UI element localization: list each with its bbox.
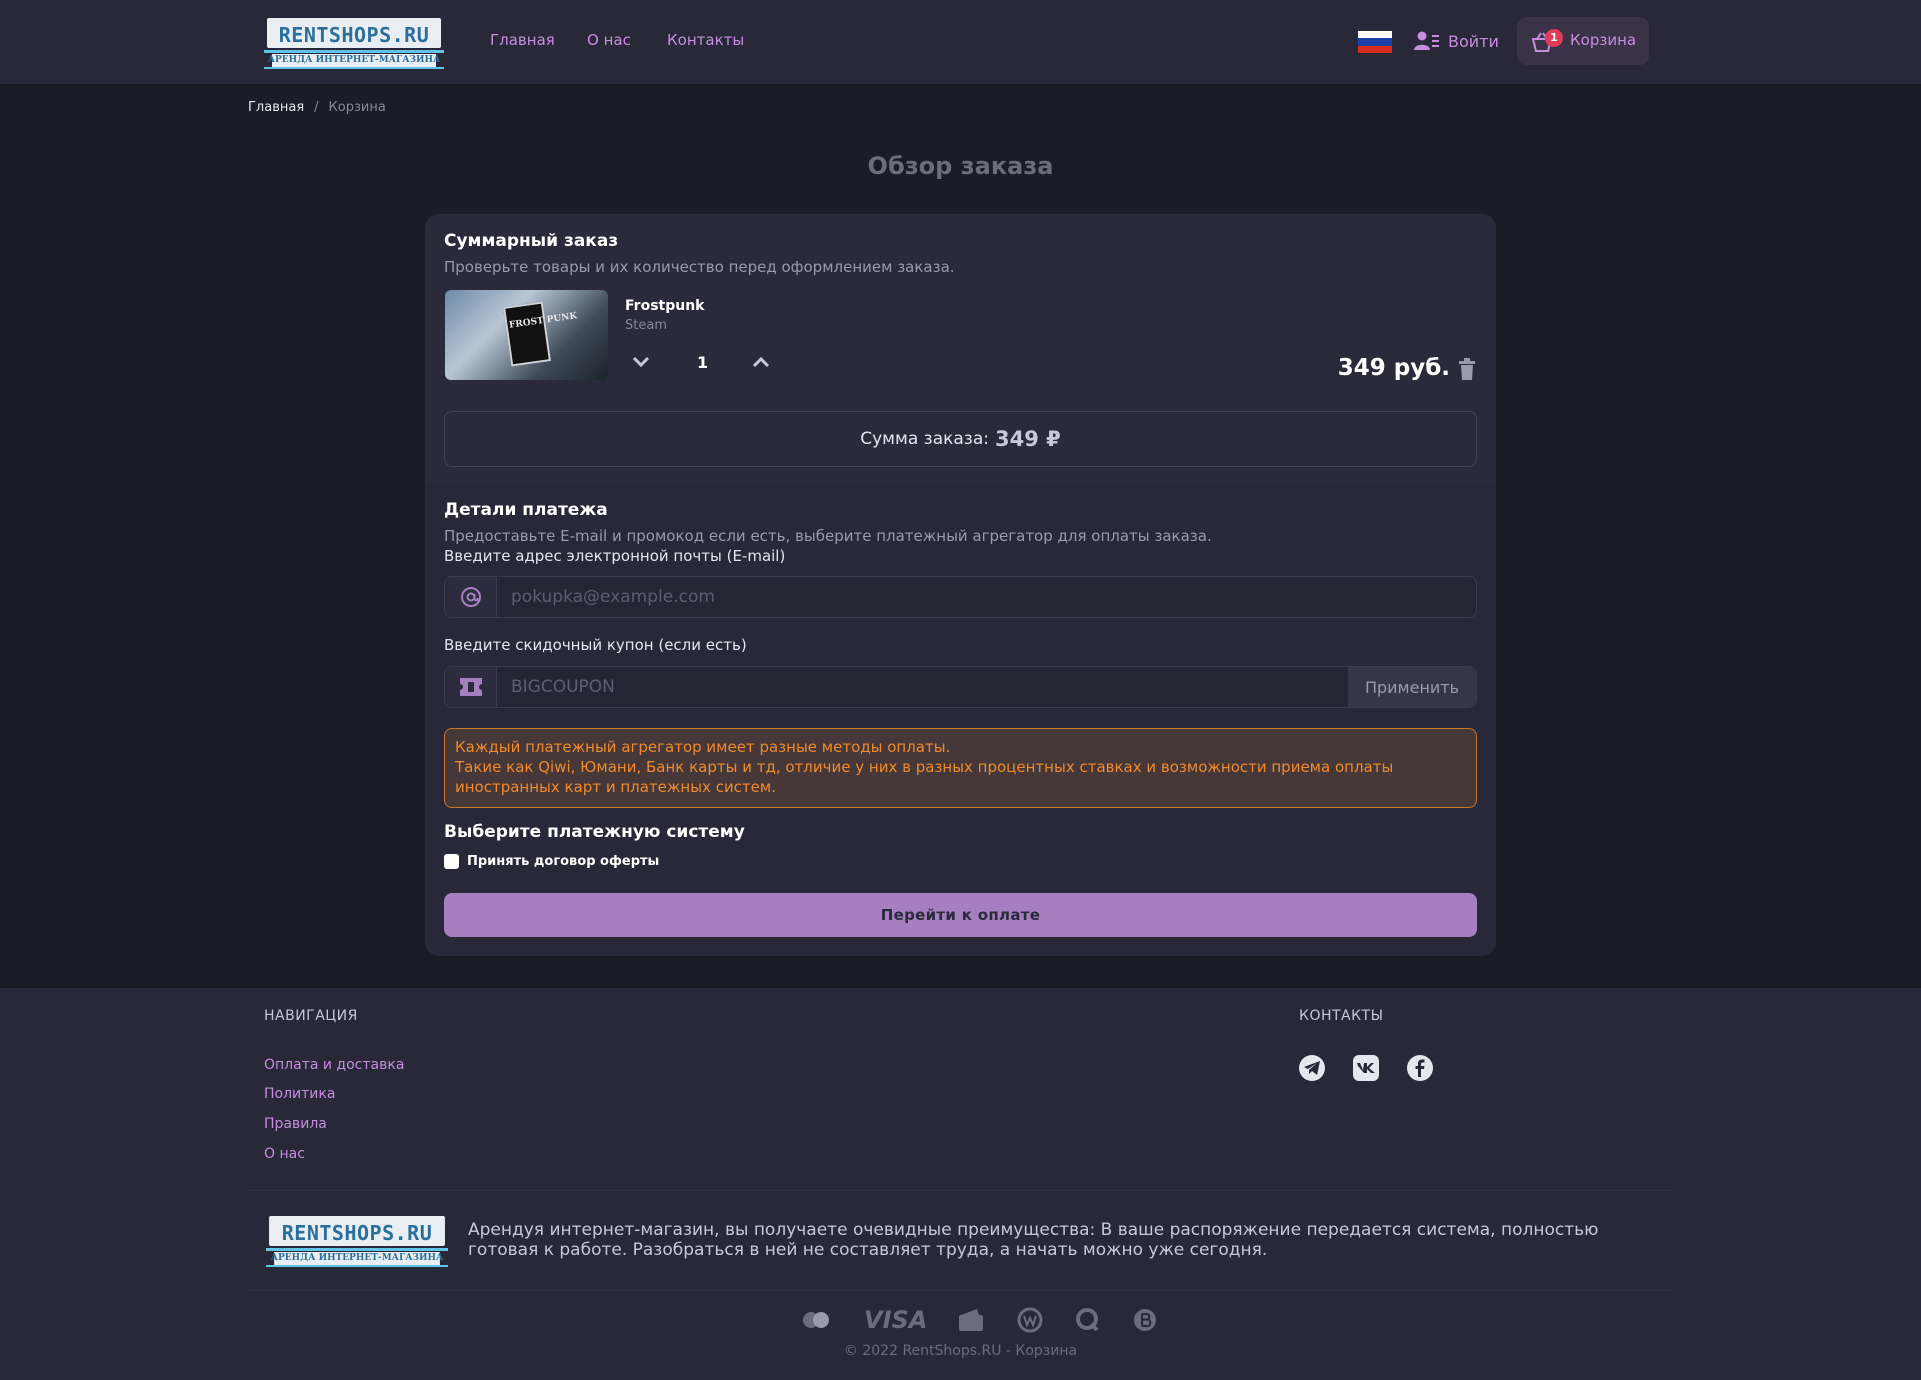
order-card: Суммарный заказ Проверьте товары и их ко… xyxy=(425,214,1496,956)
offer-checkbox[interactable] xyxy=(444,854,459,869)
quantity-decrease-button[interactable] xyxy=(627,348,655,376)
remove-item-button[interactable] xyxy=(1458,358,1476,384)
page-title: Обзор заказа xyxy=(867,152,1054,180)
payment-details-title: Детали платежа xyxy=(444,500,608,520)
order-summary-title: Суммарный заказ xyxy=(444,231,619,251)
product-logo-seal xyxy=(503,301,551,367)
visa-icon: VISA xyxy=(864,1306,928,1334)
order-total-value: 349 ₽ xyxy=(994,427,1061,451)
vk-icon[interactable] xyxy=(1353,1055,1379,1081)
breadcrumb-separator: / xyxy=(314,100,319,115)
footer-link-rules[interactable]: Правила xyxy=(264,1116,327,1132)
chevron-down-icon xyxy=(632,356,650,368)
email-label: Введите адрес электронной почты (E-mail) xyxy=(444,547,786,565)
payment-methods: VISA xyxy=(800,1306,1157,1334)
wallet-icon xyxy=(959,1309,984,1331)
chevron-up-icon xyxy=(752,356,770,368)
language-flag-icon[interactable] xyxy=(1358,31,1392,53)
footer-description: Арендуя интернет-магазин, вы получаете о… xyxy=(468,1220,1599,1260)
offer-label[interactable]: Принять договор оферты xyxy=(467,854,659,869)
logo-subtitle: АРЕНДА ИНТЕРНЕТ-МАГАЗИНА xyxy=(267,55,441,65)
footer-link-policy[interactable]: Политика xyxy=(264,1086,335,1102)
breadcrumb-current: Корзина xyxy=(328,100,386,115)
footer-contacts-title: КОНТАКТЫ xyxy=(1299,1008,1384,1024)
order-summary-subtitle: Проверьте товары и их количество перед о… xyxy=(444,258,955,276)
site-header: RENTSHOPS.RU АРЕНДА ИНТЕРНЕТ-МАГАЗИНА Гл… xyxy=(0,0,1921,84)
footer-divider xyxy=(248,1190,1672,1191)
bitcoin-icon xyxy=(1134,1309,1157,1331)
footer-link-about[interactable]: О нас xyxy=(264,1146,305,1162)
footer-logo-subtitle: АРЕНДА ИНТЕРНЕТ-МАГАЗИНА xyxy=(270,1253,444,1263)
apply-coupon-button[interactable]: Применить xyxy=(1348,667,1476,707)
cart-button[interactable]: 1 Корзина xyxy=(1517,17,1649,65)
webmoney-icon xyxy=(1017,1307,1043,1333)
proceed-to-payment-button[interactable]: Перейти к оплате xyxy=(444,893,1477,937)
product-name: Frostpunk xyxy=(625,298,705,314)
nav-home[interactable]: Главная xyxy=(490,31,555,49)
footer-logo[interactable]: RENTSHOPS.RU АРЕНДА ИНТЕРНЕТ-МАГАЗИНА xyxy=(266,1212,448,1268)
login-button[interactable]: Войти xyxy=(1414,28,1499,54)
warning-line-1: Каждый платежный агрегатор имеет разные … xyxy=(455,738,951,756)
order-total-box: Сумма заказа: 349 ₽ xyxy=(444,411,1477,467)
qiwi-icon xyxy=(1076,1308,1099,1332)
product-platform: Steam xyxy=(625,318,667,333)
quantity-increase-button[interactable] xyxy=(747,348,775,376)
nav-contacts[interactable]: Контакты xyxy=(667,31,744,49)
payment-warning-alert: Каждый платежный агрегатор имеет разные … xyxy=(444,728,1477,808)
footer-link-payment[interactable]: Оплата и доставка xyxy=(264,1057,404,1073)
breadcrumb-home[interactable]: Главная xyxy=(248,100,304,115)
footer-nav-title: НАВИГАЦИЯ xyxy=(264,1008,358,1024)
email-input[interactable] xyxy=(497,577,1476,617)
product-price: 349 руб. xyxy=(1337,355,1450,381)
at-sign-icon xyxy=(445,577,497,617)
footer-logo-title: RENTSHOPS.RU xyxy=(281,1221,433,1245)
ticket-icon xyxy=(445,667,497,707)
facebook-icon[interactable] xyxy=(1407,1055,1433,1081)
warning-line-2: Такие как Qiwi, Юмани, Банк карты и тд, … xyxy=(455,758,1394,796)
cart-label: Корзина xyxy=(1570,31,1637,49)
mastercard-icon xyxy=(803,1312,829,1328)
coupon-field-group: Применить xyxy=(444,666,1477,708)
payment-system-title: Выберите платежную систему xyxy=(444,822,745,842)
cart-count-badge: 1 xyxy=(1545,29,1563,47)
telegram-icon[interactable] xyxy=(1299,1055,1325,1081)
logo-title: RENTSHOPS.RU xyxy=(278,23,430,47)
offer-checkbox-row: Принять договор оферты xyxy=(444,854,659,869)
order-total-label: Сумма заказа: xyxy=(860,429,989,449)
login-label: Войти xyxy=(1448,31,1499,51)
breadcrumb: Главная / Корзина xyxy=(248,100,386,115)
payment-details-subtitle: Предоставьте E-mail и промокод если есть… xyxy=(444,527,1212,545)
copyright: © 2022 RentShops.RU - Корзина xyxy=(843,1343,1078,1359)
site-logo[interactable]: RENTSHOPS.RU АРЕНДА ИНТЕРНЕТ-МАГАЗИНА xyxy=(264,14,444,70)
coupon-input[interactable] xyxy=(497,667,1348,707)
product-image[interactable]: FROST PUNK xyxy=(445,290,608,380)
email-field-group xyxy=(444,576,1477,618)
footer-divider-2 xyxy=(248,1290,1672,1291)
quantity-value: 1 xyxy=(697,353,709,372)
coupon-label: Введите скидочный купон (если есть) xyxy=(444,636,747,654)
trash-icon xyxy=(1459,358,1475,380)
nav-about[interactable]: О нас xyxy=(587,31,631,49)
user-list-icon xyxy=(1414,31,1439,50)
